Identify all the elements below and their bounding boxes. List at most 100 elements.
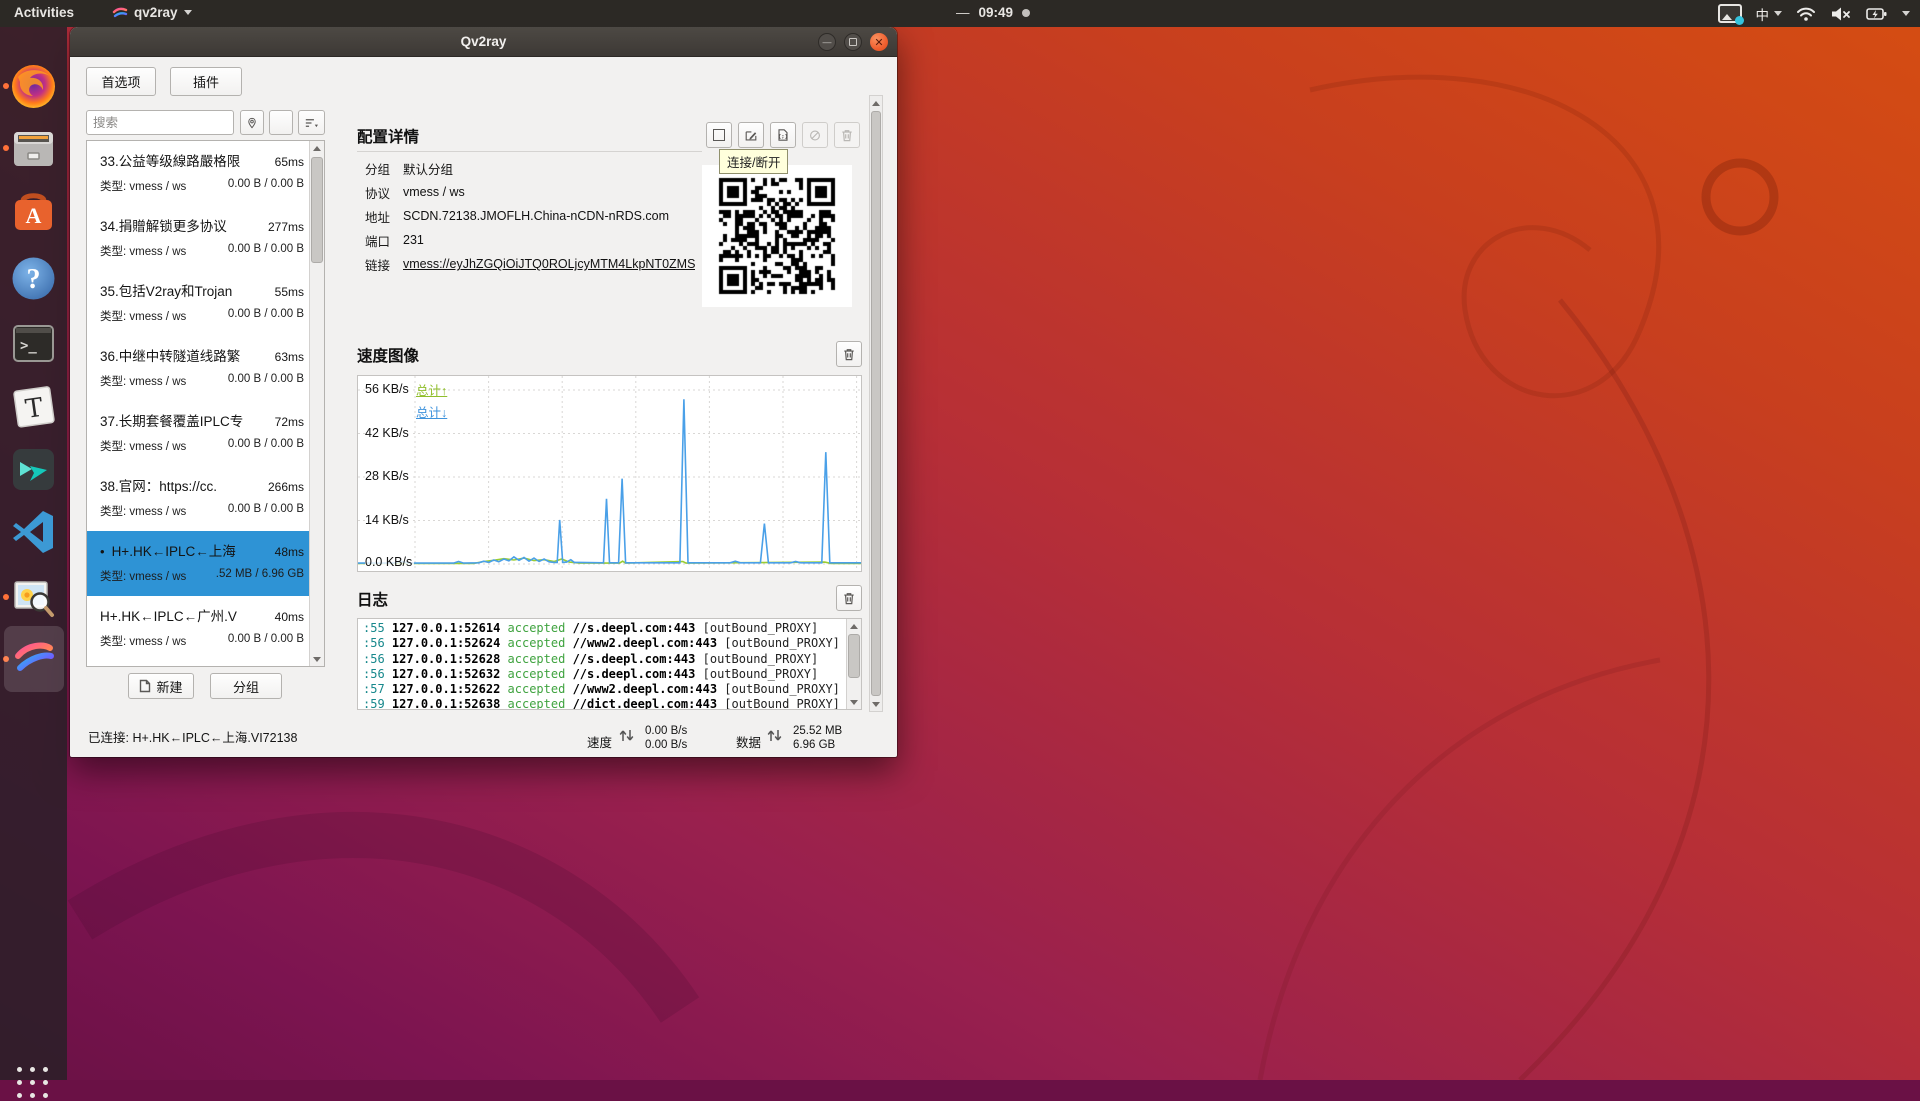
data-up-value: 25.52 MB (793, 725, 842, 737)
dock-item-typora[interactable]: T (10, 384, 57, 431)
wifi-icon[interactable] (1796, 6, 1816, 22)
dock-item-image-viewer[interactable] (10, 574, 57, 621)
dock-item-firefox[interactable] (10, 63, 57, 110)
activities-button[interactable]: Activities (14, 5, 74, 20)
server-type: 类型: vmess / ws (100, 633, 222, 649)
clock-area[interactable]: — 09:49 (956, 5, 1030, 20)
legend-total-up[interactable]: 总计↑ (416, 380, 447, 399)
show-applications-button[interactable] (17, 1067, 51, 1101)
volume-muted-icon[interactable] (1830, 6, 1852, 22)
dock-item-qv2ray[interactable] (10, 636, 57, 683)
help-icon: ? (10, 255, 57, 302)
detail-value: 默认分组 (403, 159, 453, 178)
server-item[interactable]: •H+.HK←IPLC←上海48ms类型: vmess / ws.52 MB /… (87, 531, 324, 596)
qv2ray-window: Qv2ray — ✕ 首选项 插件 33.公益等级線路嚴格限65ms类型: vm… (70, 27, 897, 757)
log-view[interactable]: :55 127.0.0.1:52614 accepted //s.deepl.c… (357, 618, 862, 710)
scrollbar-thumb[interactable] (848, 634, 860, 678)
trash-icon (841, 128, 853, 143)
server-list[interactable]: 33.公益等级線路嚴格限65ms类型: vmess / ws0.00 B / 0… (86, 140, 325, 667)
chevron-down-icon (1774, 11, 1782, 16)
server-traffic: 0.00 B / 0.00 B (228, 243, 304, 259)
battery-charging-icon[interactable] (1866, 7, 1888, 21)
edit-config-button[interactable] (738, 122, 764, 148)
detail-value: vmess / ws (403, 185, 465, 199)
main-panel-scrollbar[interactable] (869, 95, 883, 712)
server-item[interactable]: H+.SG←IPLC←上海.V (87, 661, 324, 667)
input-method-indicator[interactable]: 中 (1756, 4, 1783, 24)
detail-value: SCDN.72138.JMOFLH.China-nCDN-nRDS.com (403, 209, 669, 223)
server-item[interactable]: 37.长期套餐覆盖IPLC专72ms类型: vmess / ws0.00 B /… (87, 401, 324, 466)
detail-row: 分组默认分组 (365, 156, 695, 180)
dock-item-help[interactable]: ? (10, 255, 57, 302)
server-item[interactable]: H+.HK←IPLC←广州.V40ms类型: vmess / ws0.00 B … (87, 596, 324, 661)
screenshot-indicator-icon[interactable] (1718, 4, 1742, 23)
server-type: 类型: vmess / ws (100, 568, 210, 584)
dock-item-terminal[interactable]: >_ (10, 320, 57, 367)
server-item[interactable]: 34.捐贈解锁更多协议277ms类型: vmess / ws0.00 B / 0… (87, 206, 324, 271)
detail-value[interactable]: vmess://eyJhZGQiOiJTQ0ROLjcyMTM4LkpNT0ZM… (403, 257, 695, 271)
connect-disconnect-button[interactable] (706, 122, 732, 148)
group-button[interactable]: 分组 (210, 673, 282, 699)
server-name: 37.长期套餐覆盖IPLC专 (100, 410, 270, 430)
server-latency: 63ms (275, 350, 304, 364)
detail-row: 端口231 (365, 228, 695, 252)
scroll-down-arrow[interactable] (310, 652, 324, 666)
sort-button[interactable] (298, 110, 325, 135)
log-line: :56 127.0.0.1:52628 accepted //s.deepl.c… (363, 652, 845, 667)
server-list-scrollbar[interactable] (309, 141, 324, 666)
scrollbar-thumb[interactable] (871, 111, 881, 696)
maximize-button[interactable] (844, 33, 862, 51)
scrollbar-thumb[interactable] (311, 157, 323, 263)
dock-item-vscode[interactable] (10, 508, 57, 555)
log-scrollbar[interactable] (846, 619, 861, 709)
scroll-up-arrow[interactable] (847, 619, 861, 633)
server-latency: 55ms (275, 285, 304, 299)
clear-log-button[interactable] (836, 585, 862, 611)
sort-lines-icon (305, 116, 318, 130)
scroll-up-arrow[interactable] (310, 141, 324, 155)
server-name: 33.公益等级線路嚴格限 (100, 150, 270, 170)
speed-label: 速度 (587, 732, 612, 751)
server-traffic: 0.00 B / 0.00 B (228, 308, 304, 324)
dock-item-teal-arrows-app[interactable] (10, 446, 57, 493)
scroll-down-arrow[interactable] (847, 695, 861, 709)
notification-dot-icon (1022, 9, 1030, 17)
delete-config-button (834, 122, 860, 148)
minimize-button[interactable]: — (818, 33, 836, 51)
search-input[interactable] (86, 110, 234, 135)
server-name: 35.包括V2ray和Trojan (100, 280, 270, 300)
server-traffic: 0.00 B / 0.00 B (228, 503, 304, 519)
clear-graph-button[interactable] (836, 341, 862, 367)
legend-total-down[interactable]: 总计↓ (416, 402, 447, 421)
plugins-button[interactable]: 插件 (170, 67, 242, 96)
log-lines: :55 127.0.0.1:52614 accepted //s.deepl.c… (363, 621, 845, 710)
edit-json-button[interactable]: {;} (770, 122, 796, 148)
chevron-down-icon[interactable] (1902, 11, 1910, 16)
y-tick-28: 28 KB/s (365, 469, 411, 483)
scroll-up-arrow[interactable] (870, 96, 882, 110)
pin-button[interactable] (240, 110, 264, 135)
blank-button[interactable] (269, 110, 293, 135)
app-menu[interactable]: qv2ray (112, 5, 192, 20)
svg-text:A: A (26, 203, 42, 228)
server-item[interactable]: 36.中继中转隧道线路繁63ms类型: vmess / ws0.00 B / 0… (87, 336, 324, 401)
speed-down-value: 0.00 B/s (645, 739, 687, 751)
server-item[interactable]: 38.官网：https://cc.266ms类型: vmess / ws0.00… (87, 466, 324, 531)
scroll-down-arrow[interactable] (870, 697, 882, 711)
server-item[interactable]: 35.包括V2ray和Trojan55ms类型: vmess / ws0.00 … (87, 271, 324, 336)
preferences-button[interactable]: 首选项 (86, 67, 156, 96)
new-config-button[interactable]: 新建 (128, 673, 194, 699)
server-name: H+.HK←IPLC←广州.V (100, 605, 270, 625)
server-item[interactable]: 33.公益等级線路嚴格限65ms类型: vmess / ws0.00 B / 0… (87, 141, 324, 206)
svg-text:?: ? (27, 264, 41, 295)
svg-text:{;}: {;} (778, 134, 788, 140)
server-name: 38.官网：https://cc. (100, 475, 263, 495)
title-bar[interactable]: Qv2ray — ✕ (70, 27, 897, 57)
up-down-arrows-icon (618, 725, 636, 745)
connection-status: 已连接: H+.HK←IPLC←上海.VI72138 (88, 727, 297, 746)
dock-item-files[interactable] (10, 125, 57, 172)
dock-item-ubuntu-software[interactable]: A (10, 188, 57, 235)
server-items: 33.公益等级線路嚴格限65ms类型: vmess / ws0.00 B / 0… (87, 141, 324, 667)
server-type: 类型: vmess / ws (100, 243, 222, 259)
close-button[interactable]: ✕ (870, 33, 888, 51)
